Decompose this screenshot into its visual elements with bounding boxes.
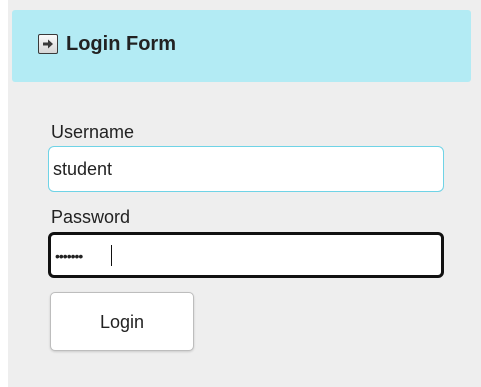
password-label: Password [51,207,131,227]
username-input[interactable] [48,146,444,192]
login-button[interactable]: Login [50,292,194,351]
arrow-right-icon [38,34,58,54]
password-masked-value: ••••••• [55,248,83,264]
page-title: Login Form [66,33,176,55]
text-caret [111,245,112,266]
username-label: Username [51,122,135,142]
password-input[interactable]: ••••••• [48,232,444,278]
